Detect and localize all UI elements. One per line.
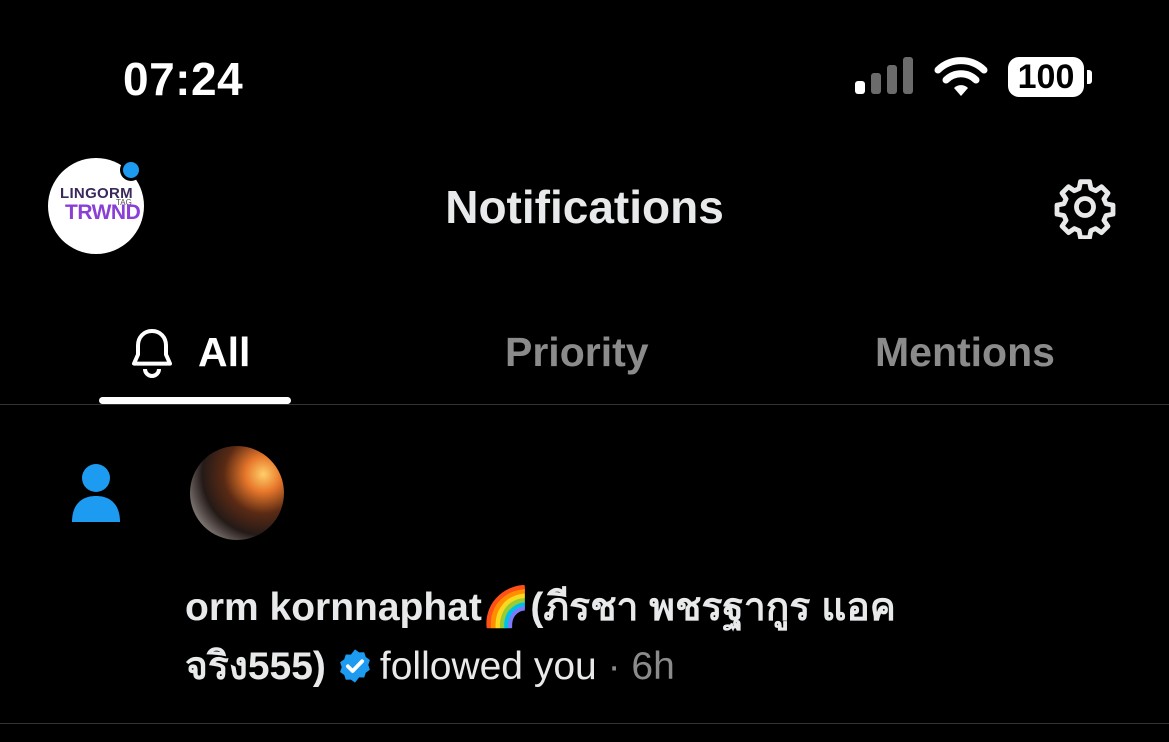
- follower-avatar[interactable]: [190, 446, 284, 540]
- tab-all[interactable]: All: [100, 300, 292, 404]
- notification-action: followed you: [379, 645, 597, 688]
- person-icon: [72, 464, 120, 522]
- page-title: Notifications: [445, 181, 724, 233]
- tab-all-label: All: [198, 328, 251, 375]
- bell-icon: [132, 329, 172, 378]
- time-separator: ·: [607, 645, 621, 688]
- tab-mentions-label: Mentions: [875, 328, 1055, 375]
- tab-priority[interactable]: Priority: [505, 300, 649, 404]
- settings-gear-icon[interactable]: [1053, 175, 1117, 239]
- notification-tabs: All Priority Mentions: [0, 300, 1169, 404]
- active-tab-indicator: [99, 397, 291, 404]
- tabs-divider: [0, 404, 1169, 405]
- notification-divider: [0, 723, 1169, 724]
- battery-indicator: 100: [1008, 57, 1084, 97]
- notification-time: 6h: [631, 645, 675, 688]
- wifi-icon: [934, 57, 988, 96]
- verified-badge-icon: [340, 649, 370, 683]
- notification-text: orm kornnaphat🌈(ภีรชา พชรฐากูร แอคจริง55…: [185, 578, 1025, 696]
- signal-icon: [855, 57, 915, 94]
- tab-mentions[interactable]: Mentions: [875, 300, 1055, 404]
- battery-nub: [1087, 70, 1092, 84]
- status-time: 07:24: [123, 53, 244, 105]
- unread-dot-badge: [120, 159, 142, 181]
- status-bar: 07:24 100: [0, 0, 1169, 150]
- tab-priority-label: Priority: [505, 328, 649, 375]
